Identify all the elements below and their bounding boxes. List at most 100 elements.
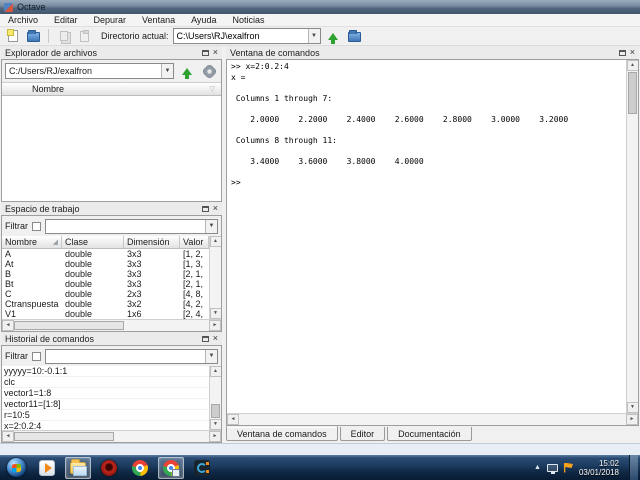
scroll-left-icon[interactable]: ◄: [2, 320, 14, 331]
history-list-item[interactable]: r=10:5: [2, 410, 209, 421]
browse-directory-button[interactable]: [346, 29, 363, 44]
terminal-output[interactable]: >> x=2:0.2:4 x = Columns 1 through 7: 2.…: [227, 60, 626, 413]
scroll-left-icon[interactable]: ◄: [227, 414, 239, 425]
browser-app-taskbar-button[interactable]: [158, 457, 184, 479]
open-file-button[interactable]: [25, 29, 42, 44]
workspace-vscrollbar[interactable]: ▲ ▼: [209, 236, 221, 319]
menu-depurar[interactable]: Depurar: [94, 15, 127, 25]
filter-combobox[interactable]: ▼: [45, 219, 218, 234]
directory-up-button[interactable]: [325, 29, 342, 44]
tab-ventana-de-comandos[interactable]: Ventana de comandos: [226, 426, 338, 441]
table-row[interactable]: Cdouble2x3[4, 8,: [2, 289, 209, 299]
table-row[interactable]: Atdouble3x3[1, 3,: [2, 259, 209, 269]
table-cell: 3x3: [124, 279, 180, 289]
close-icon[interactable]: ×: [213, 335, 218, 342]
scroll-right-icon[interactable]: ►: [209, 320, 221, 331]
history-list-item[interactable]: vector11=[1:8]: [2, 399, 209, 410]
table-row[interactable]: Adouble3x3[1, 2,: [2, 249, 209, 259]
scroll-left-icon[interactable]: ◄: [2, 431, 14, 442]
table-row[interactable]: Bdouble3x3[2, 1,: [2, 269, 209, 279]
history-list-item[interactable]: yyyyy=10:-0.1:1: [2, 366, 209, 377]
scroll-up-icon[interactable]: ▲: [627, 60, 639, 71]
menu-noticias[interactable]: Noticias: [232, 15, 264, 25]
current-directory-input[interactable]: [174, 29, 308, 43]
menu-ayuda[interactable]: Ayuda: [191, 15, 216, 25]
window-titlebar[interactable]: Octave: [0, 0, 640, 14]
new-file-button[interactable]: [4, 29, 21, 44]
table-row[interactable]: V1double1x6[2, 4,: [2, 309, 209, 319]
table-row[interactable]: Btdouble3x3[2, 1,: [2, 279, 209, 289]
file-list-header[interactable]: Nombre ▽: [2, 82, 221, 96]
close-icon[interactable]: ×: [213, 205, 218, 212]
show-desktop-button[interactable]: [629, 455, 638, 480]
filter-combobox[interactable]: ▼: [45, 349, 218, 364]
menu-ventana[interactable]: Ventana: [142, 15, 175, 25]
folder-up-button[interactable]: [178, 63, 196, 79]
close-icon[interactable]: ×: [630, 49, 635, 56]
history-hscrollbar[interactable]: ◄ ►: [2, 430, 221, 442]
history-list[interactable]: yyyyy=10:-0.1:1clcvector1=1:8vector11=[1…: [2, 366, 209, 430]
file-browser-toolbar: C:/Users/RJ/exalfron ▼: [2, 60, 221, 82]
scrollbar-thumb[interactable]: [14, 432, 114, 441]
history-list-item[interactable]: clc: [2, 377, 209, 388]
undock-icon[interactable]: [202, 206, 209, 212]
table-row[interactable]: Ctranspuestadouble3x2[4, 2,: [2, 299, 209, 309]
copy-button[interactable]: [55, 29, 72, 44]
paste-button[interactable]: [76, 29, 93, 44]
settings-button[interactable]: [200, 63, 218, 79]
workspace-table-header[interactable]: Nombre◢ Clase Dimensión Valor: [2, 236, 209, 249]
tab-documentacion[interactable]: Documentación: [387, 427, 472, 441]
chevron-down-icon[interactable]: ▼: [308, 29, 320, 43]
filter-checkbox[interactable]: [32, 222, 41, 231]
chevron-down-icon[interactable]: ▼: [205, 220, 217, 233]
undock-icon[interactable]: [202, 50, 209, 56]
undock-icon[interactable]: [202, 336, 209, 342]
scroll-down-icon[interactable]: ▼: [210, 419, 222, 430]
scrollbar-thumb[interactable]: [628, 72, 637, 114]
file-browser-title: Explorador de archivos: [5, 48, 97, 58]
scroll-right-icon[interactable]: ►: [209, 431, 221, 442]
path-combobox[interactable]: C:/Users/RJ/exalfron ▼: [5, 63, 174, 79]
close-icon[interactable]: ×: [213, 49, 218, 56]
red-app-taskbar-button[interactable]: [96, 457, 122, 479]
file-explorer-taskbar-button[interactable]: [65, 457, 91, 479]
scroll-right-icon[interactable]: ►: [626, 414, 638, 425]
history-list-item[interactable]: x=2:0.2:4: [2, 421, 209, 430]
table-cell: double: [62, 289, 124, 299]
menu-editar[interactable]: Editar: [54, 15, 78, 25]
scroll-down-icon[interactable]: ▼: [627, 402, 639, 413]
chrome-taskbar-button[interactable]: [127, 457, 153, 479]
scroll-up-icon[interactable]: ▲: [210, 366, 222, 377]
chevron-down-icon[interactable]: ▼: [205, 350, 217, 363]
terminal-vscrollbar[interactable]: ▲ ▼: [626, 60, 638, 413]
start-button-taskbar-button[interactable]: [3, 457, 29, 479]
table-cell: 1x6: [124, 309, 180, 319]
menu-archivo[interactable]: Archivo: [8, 15, 38, 25]
network-display-icon[interactable]: [547, 464, 558, 472]
media-player-taskbar-button[interactable]: [34, 457, 60, 479]
octave-app-icon: [4, 3, 13, 12]
file-list[interactable]: [2, 96, 221, 201]
scroll-down-icon[interactable]: ▼: [210, 308, 222, 319]
hidden-icons-chevron[interactable]: ▲: [534, 464, 541, 471]
scroll-up-icon[interactable]: ▲: [210, 236, 222, 247]
taskbar-clock[interactable]: 15:02 03/01/2018: [579, 459, 619, 477]
main-toolbar: Directorio actual: ▼: [0, 27, 640, 46]
history-vscrollbar[interactable]: ▲ ▼: [209, 366, 221, 430]
tab-editor[interactable]: Editor: [340, 427, 386, 441]
workspace-table[interactable]: Nombre◢ Clase Dimensión Valor Adouble3x3…: [2, 236, 209, 319]
file-explorer-icon: [70, 462, 86, 474]
chevron-down-icon[interactable]: ▼: [161, 64, 173, 78]
filter-checkbox[interactable]: [32, 352, 41, 361]
history-list-item[interactable]: vector1=1:8: [2, 388, 209, 399]
action-center-flag-icon[interactable]: [564, 463, 573, 473]
scrollbar-thumb[interactable]: [14, 321, 124, 330]
undock-icon[interactable]: [619, 50, 626, 56]
current-directory-combobox[interactable]: ▼: [173, 28, 321, 44]
terminal-hscrollbar[interactable]: ◄ ►: [227, 413, 638, 425]
workspace-hscrollbar[interactable]: ◄ ►: [2, 319, 221, 331]
col-dimension: Dimensión: [124, 236, 180, 248]
table-cell: double: [62, 299, 124, 309]
octave-app-taskbar-button[interactable]: [189, 457, 215, 479]
scrollbar-thumb[interactable]: [211, 404, 220, 418]
